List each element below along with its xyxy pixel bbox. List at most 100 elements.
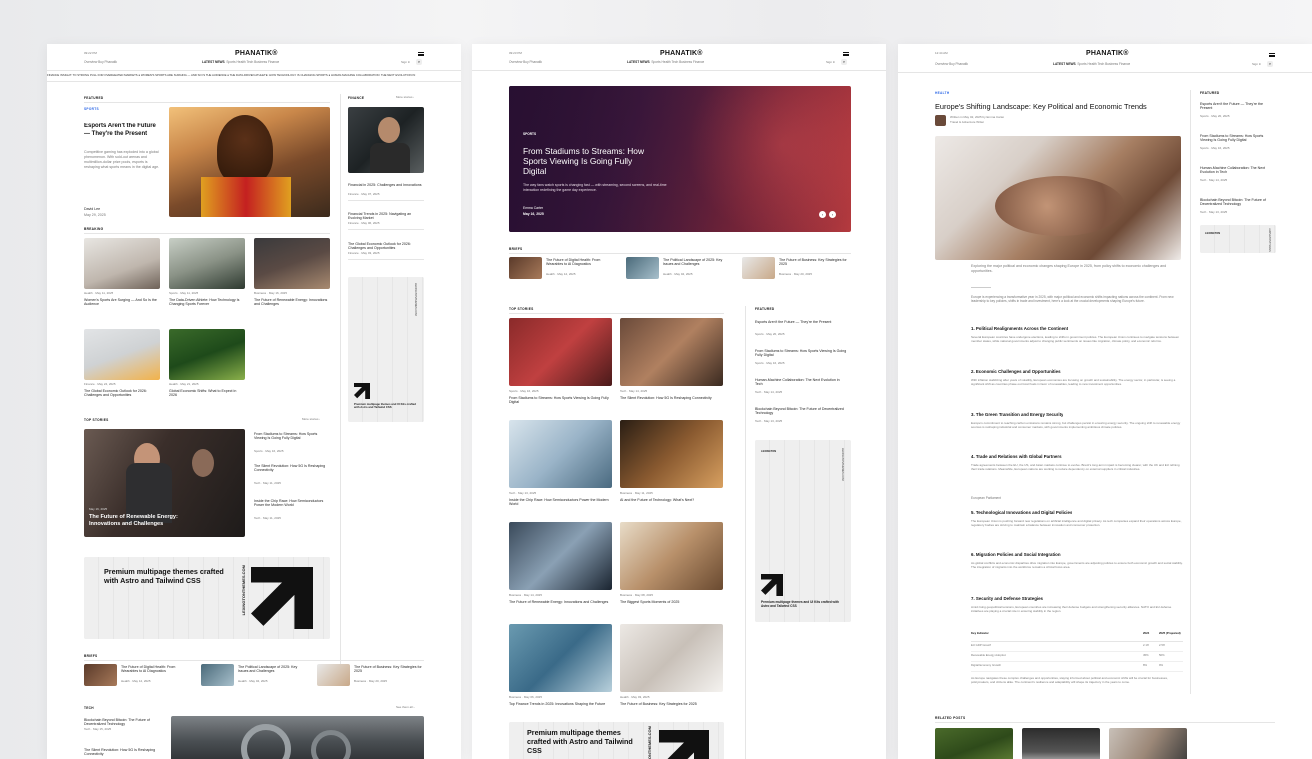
nav-latest[interactable]: LATEST NEWS xyxy=(202,60,225,64)
brief-image[interactable] xyxy=(201,664,234,686)
search-icon[interactable]: ⌕ xyxy=(416,59,422,65)
ad-card-small[interactable]: LEXINGTON LEXINGTONTHEMES.COM xyxy=(1200,225,1276,253)
hero-image[interactable]: SPORTS From Stadiums to Streams: How Spo… xyxy=(509,86,851,232)
brief-title[interactable]: The Political Landscape of 2025: Key Iss… xyxy=(238,665,308,674)
brief-image[interactable] xyxy=(742,257,775,279)
featured-item-title[interactable]: From Stadiums to Streams: How Sports Vie… xyxy=(755,349,847,358)
breaking-title[interactable]: The Data-Driven Athlete: How Technology … xyxy=(169,298,245,307)
hero-title[interactable]: From Stadiums to Streams: How Sports Vie… xyxy=(523,146,653,176)
featured-author[interactable]: David Lee xyxy=(84,207,100,211)
story-image[interactable] xyxy=(620,522,723,590)
breaking-title[interactable]: Global Economic Shifts: What to Expect i… xyxy=(169,389,245,398)
featured-item-title[interactable]: Esports Aren't the Future — They're the … xyxy=(755,320,847,324)
byline[interactable]: Written in May 02, 2025 by Emma Carter xyxy=(950,116,1004,120)
story-title[interactable]: The Future of Renewable Energy: Innovati… xyxy=(509,600,612,604)
ad-banner[interactable]: Premium multipage themes crafted with As… xyxy=(509,722,724,759)
nav-left-links[interactable]: Overview Buy Phanatik xyxy=(509,60,542,64)
site-logo[interactable]: PHANATIK® xyxy=(660,50,703,57)
nav-latest[interactable]: LATEST NEWS xyxy=(627,60,650,64)
see-all-link[interactable]: See them all › xyxy=(396,706,415,710)
brief-image[interactable] xyxy=(317,664,350,686)
hero-category[interactable]: SPORTS xyxy=(523,132,536,136)
featured-title[interactable]: Esports Aren't the Future — They're the … xyxy=(84,123,160,139)
breaking-image[interactable] xyxy=(84,329,160,380)
brief-title[interactable]: The Political Landscape of 2025: Key Iss… xyxy=(663,258,733,267)
story-image[interactable] xyxy=(620,420,723,488)
more-stories-link[interactable]: More stories › xyxy=(302,418,320,422)
tech-image[interactable] xyxy=(171,716,424,759)
featured-item-title[interactable]: From Stadiums to Streams: How Sports Vie… xyxy=(1200,134,1276,143)
related-post-image[interactable] xyxy=(1109,728,1187,759)
story-image[interactable] xyxy=(509,522,612,590)
featured-item-title[interactable]: Esports Aren't the Future — They're the … xyxy=(1200,102,1276,111)
top-story-item-title[interactable]: Inside the Chip Race: How Semiconductors… xyxy=(254,499,330,508)
search-icon[interactable]: ⌕ xyxy=(1267,61,1273,67)
brief-title[interactable]: The Future of Business: Key Strategies f… xyxy=(354,665,424,674)
brief-image[interactable] xyxy=(626,257,659,279)
finance-item-title[interactable]: Financial Trends in 2025: Navigating an … xyxy=(348,212,424,221)
breaking-title[interactable]: The Future of Renewable Energy: Innovati… xyxy=(254,298,330,307)
tech-item-title[interactable]: Blockchain Beyond Bitcoin: The Future of… xyxy=(84,718,164,727)
story-title[interactable]: The Future of Business: Key Strategies f… xyxy=(620,702,723,706)
breaking-title[interactable]: The Global Economic Outlook for 2026: Ch… xyxy=(84,389,160,398)
featured-image[interactable] xyxy=(169,107,330,217)
story-image[interactable] xyxy=(509,318,612,386)
brief-image[interactable] xyxy=(509,257,542,279)
top-story-item-title[interactable]: The Silent Revolution: How 5G Is Reshapi… xyxy=(254,464,330,473)
brief-title[interactable]: The Future of Digital Health: From Weara… xyxy=(121,665,191,674)
story-title[interactable]: From Stadiums to Streams: How Sports Vie… xyxy=(509,396,612,405)
brief-image[interactable] xyxy=(84,664,117,686)
breaking-image[interactable] xyxy=(169,329,245,380)
hero-author[interactable]: Emma Carter xyxy=(523,206,543,210)
category-tag[interactable]: SPORTS xyxy=(84,107,99,111)
story-title[interactable]: The Silent Revolution: How 5G Is Reshapi… xyxy=(620,396,723,400)
nav-links[interactable]: Sports Health Tech Business Finance xyxy=(651,60,704,64)
story-image[interactable] xyxy=(509,420,612,488)
hamburger-icon[interactable] xyxy=(418,52,424,56)
site-logo[interactable]: PHANATIK® xyxy=(235,50,278,57)
story-title[interactable]: Top Finance Trends in 2025: Innovations … xyxy=(509,702,612,706)
nav-links[interactable]: Sports Health Tech Business Finance xyxy=(226,60,279,64)
signin-link[interactable]: Sign In xyxy=(401,61,410,65)
ad-card-small[interactable]: LEXINGTON LEXINGTONTHEMES.COM Premium mu… xyxy=(755,440,851,622)
related-post-image[interactable] xyxy=(1022,728,1100,759)
next-arrow-icon[interactable]: › xyxy=(829,211,836,218)
featured-item-title[interactable]: Human-Machine Collaboration: The Next Ev… xyxy=(1200,166,1276,175)
breaking-image[interactable] xyxy=(84,238,160,289)
story-title[interactable]: AI and the Future of Technology: What's … xyxy=(620,498,723,502)
news-ticker[interactable]: FINANCE INSIGHT: TO STRONG PULL FOR OVER… xyxy=(47,74,461,77)
story-image[interactable] xyxy=(620,318,723,386)
breaking-image[interactable] xyxy=(169,238,245,289)
nav-links[interactable]: Sports Health Tech Business Finance xyxy=(1077,62,1130,66)
ad-card-small[interactable]: LEXINGTONTHEMES.COM Premium multipage th… xyxy=(348,277,424,422)
nav-left-links[interactable]: Overview Buy Phanatik xyxy=(84,60,117,64)
story-title[interactable]: The Biggest Sports Moments of 2025 xyxy=(620,600,723,604)
breaking-title[interactable]: Women's Sports Are Surging — And So Is t… xyxy=(84,298,160,307)
brief-title[interactable]: The Future of Business: Key Strategies f… xyxy=(779,258,849,267)
featured-item-title[interactable]: Blockchain Beyond Bitcoin: The Future of… xyxy=(755,407,847,416)
finance-item-title[interactable]: The Global Economic Outlook for 2026: Ch… xyxy=(348,242,424,251)
ad-banner[interactable]: Premium multipage themes crafted with As… xyxy=(84,557,330,639)
hamburger-icon[interactable] xyxy=(843,52,849,56)
search-icon[interactable]: ⌕ xyxy=(841,59,847,65)
signin-link[interactable]: Sign In xyxy=(1252,63,1261,67)
finance-item-title[interactable]: Financial in 2025: Challenges and Innova… xyxy=(348,183,424,187)
top-story-title[interactable]: The Future of Renewable Energy: Innovati… xyxy=(89,514,199,528)
nav-latest[interactable]: LATEST NEWS xyxy=(1053,62,1076,66)
featured-item-title[interactable]: Blockchain Beyond Bitcoin: The Future of… xyxy=(1200,198,1276,207)
prev-arrow-icon[interactable]: ‹ xyxy=(819,211,826,218)
breaking-image[interactable] xyxy=(254,238,330,289)
site-logo[interactable]: PHANATIK® xyxy=(1086,50,1129,57)
tech-item-title[interactable]: The Silent Revolution: How 5G Is Reshapi… xyxy=(84,748,164,757)
finance-image[interactable] xyxy=(348,107,424,173)
story-image[interactable] xyxy=(509,624,612,692)
story-image[interactable] xyxy=(620,624,723,692)
featured-item-title[interactable]: Human-Machine Collaboration: The Next Ev… xyxy=(755,378,847,387)
related-post-image[interactable] xyxy=(935,728,1013,759)
brief-title[interactable]: The Future of Digital Health: From Weara… xyxy=(546,258,616,267)
author-avatar[interactable] xyxy=(935,115,946,126)
top-story-item-title[interactable]: From Stadiums to Streams: How Sports Vie… xyxy=(254,432,330,441)
hamburger-icon[interactable] xyxy=(1269,53,1275,57)
nav-left-links[interactable]: Overview Buy Phanatik xyxy=(935,62,968,66)
more-stories-link[interactable]: More stories › xyxy=(396,96,414,100)
